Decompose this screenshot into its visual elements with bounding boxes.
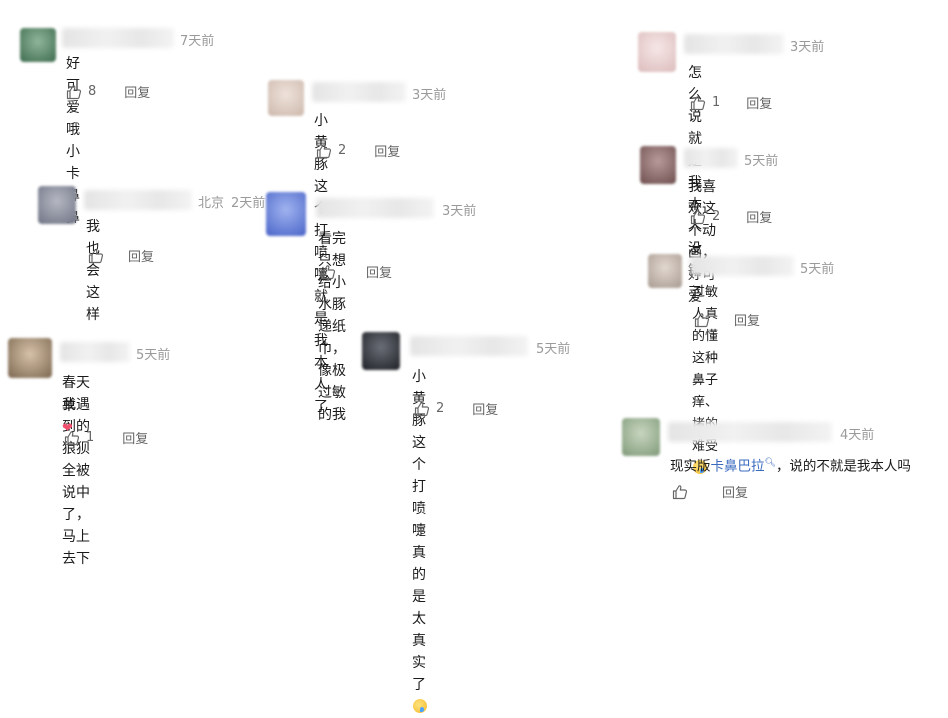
reply-button[interactable]: 回复: [366, 262, 392, 281]
comment-actions: 2 回复: [316, 141, 400, 160]
username-blurred[interactable]: [312, 82, 406, 102]
comment-time: 4天前: [840, 428, 875, 443]
search-icon[interactable]: 🔍︎: [765, 458, 776, 468]
like-count: 2: [712, 209, 721, 224]
like-button[interactable]: 2: [414, 401, 444, 417]
thumbs-up-icon: [88, 248, 104, 264]
comment-actions: 2 回复: [414, 399, 498, 418]
comment-text: 我也会这样: [86, 219, 100, 323]
comment-time: 3天前: [442, 204, 477, 219]
reply-button[interactable]: 回复: [472, 399, 498, 418]
comment-actions: 回复: [88, 246, 154, 265]
comment-actions: 8 回复: [66, 82, 150, 101]
avatar[interactable]: [648, 254, 682, 288]
thumbs-up-icon: [672, 484, 688, 500]
comment-text-line2-body: 单: [62, 398, 76, 414]
comment-time: 5天前: [536, 342, 571, 357]
username-blurred[interactable]: [410, 336, 528, 356]
comment-time: 5天前: [136, 348, 171, 363]
comment-actions: 1 回复: [64, 428, 148, 447]
avatar[interactable]: [38, 186, 76, 224]
comment-time: 5天前: [800, 262, 835, 277]
avatar[interactable]: [8, 338, 52, 378]
comment-actions: 1 回复: [690, 93, 772, 112]
thumbs-up-icon: [316, 143, 332, 159]
username-blurred[interactable]: [316, 198, 434, 218]
comment-time: 3天前: [412, 88, 447, 103]
like-button[interactable]: 8: [66, 84, 96, 100]
like-button[interactable]: 1: [64, 430, 94, 446]
thumbs-up-icon: [694, 312, 710, 328]
like-button[interactable]: [672, 484, 694, 500]
comment-time: 2天前: [231, 196, 266, 211]
username-blurred[interactable]: [690, 256, 794, 276]
like-button[interactable]: 2: [316, 143, 346, 159]
reply-button[interactable]: 回复: [746, 207, 772, 226]
avatar[interactable]: [362, 332, 400, 370]
username-blurred[interactable]: [668, 422, 832, 442]
comment-text: 小黄豚这个打喷嚏真的是太真实了: [412, 366, 427, 718]
thumbs-up-icon: [320, 264, 336, 280]
comment-actions: 回复: [320, 262, 392, 281]
reply-button[interactable]: 回复: [124, 82, 150, 101]
avatar[interactable]: [638, 32, 676, 72]
thumbs-up-icon: [414, 401, 430, 417]
like-button[interactable]: [694, 312, 716, 328]
comment-time: 3天前: [790, 40, 825, 55]
username-blurred[interactable]: [684, 34, 784, 54]
like-count: 8: [88, 84, 97, 99]
like-count: 2: [436, 401, 445, 416]
comment-text: 看完只想给小水豚递纸巾，像极过敏的我: [318, 231, 346, 423]
reply-button[interactable]: 回复: [734, 310, 760, 329]
thumbs-up-icon: [690, 95, 706, 111]
tearful-face-emoji-icon: [413, 699, 427, 713]
like-count: 2: [338, 143, 347, 158]
like-button[interactable]: 1: [690, 95, 720, 111]
comment-text-suffix: ，说的不就是我本人吗: [775, 458, 911, 475]
comment-location: 北京: [198, 196, 225, 211]
comment-time: 7天前: [180, 34, 215, 49]
thumbs-up-icon: [64, 430, 80, 446]
reply-button[interactable]: 回复: [374, 141, 400, 160]
like-button[interactable]: 2: [690, 209, 720, 225]
comment-time: 5天前: [744, 154, 779, 169]
topic-link[interactable]: 卡鼻巴拉: [711, 459, 765, 475]
reply-button[interactable]: 回复: [122, 428, 148, 447]
comment-text: 现实版卡鼻巴拉🔍︎，说的不就是我本人吗: [670, 452, 911, 478]
reply-button[interactable]: 回复: [722, 482, 748, 501]
like-count: 1: [712, 95, 721, 110]
reply-button[interactable]: 回复: [128, 246, 154, 265]
username-blurred[interactable]: [84, 190, 192, 210]
avatar[interactable]: [640, 146, 676, 184]
like-count: 1: [86, 430, 95, 445]
comment-actions: 回复: [694, 310, 760, 329]
username-blurred[interactable]: [60, 342, 130, 362]
avatar[interactable]: [268, 80, 304, 116]
reply-button[interactable]: 回复: [746, 93, 772, 112]
avatar[interactable]: [20, 28, 56, 62]
comment-text-prefix: 现实版: [670, 458, 711, 475]
comment-actions: 2 回复: [690, 207, 772, 226]
comment-actions: 回复: [672, 482, 748, 501]
thumbs-up-icon: [690, 209, 706, 225]
avatar[interactable]: [622, 418, 660, 456]
thumbs-up-icon: [66, 84, 82, 100]
username-blurred[interactable]: [684, 148, 738, 168]
like-button[interactable]: [320, 264, 342, 280]
like-button[interactable]: [88, 248, 110, 264]
username-blurred[interactable]: [62, 28, 174, 48]
avatar[interactable]: [266, 192, 306, 236]
